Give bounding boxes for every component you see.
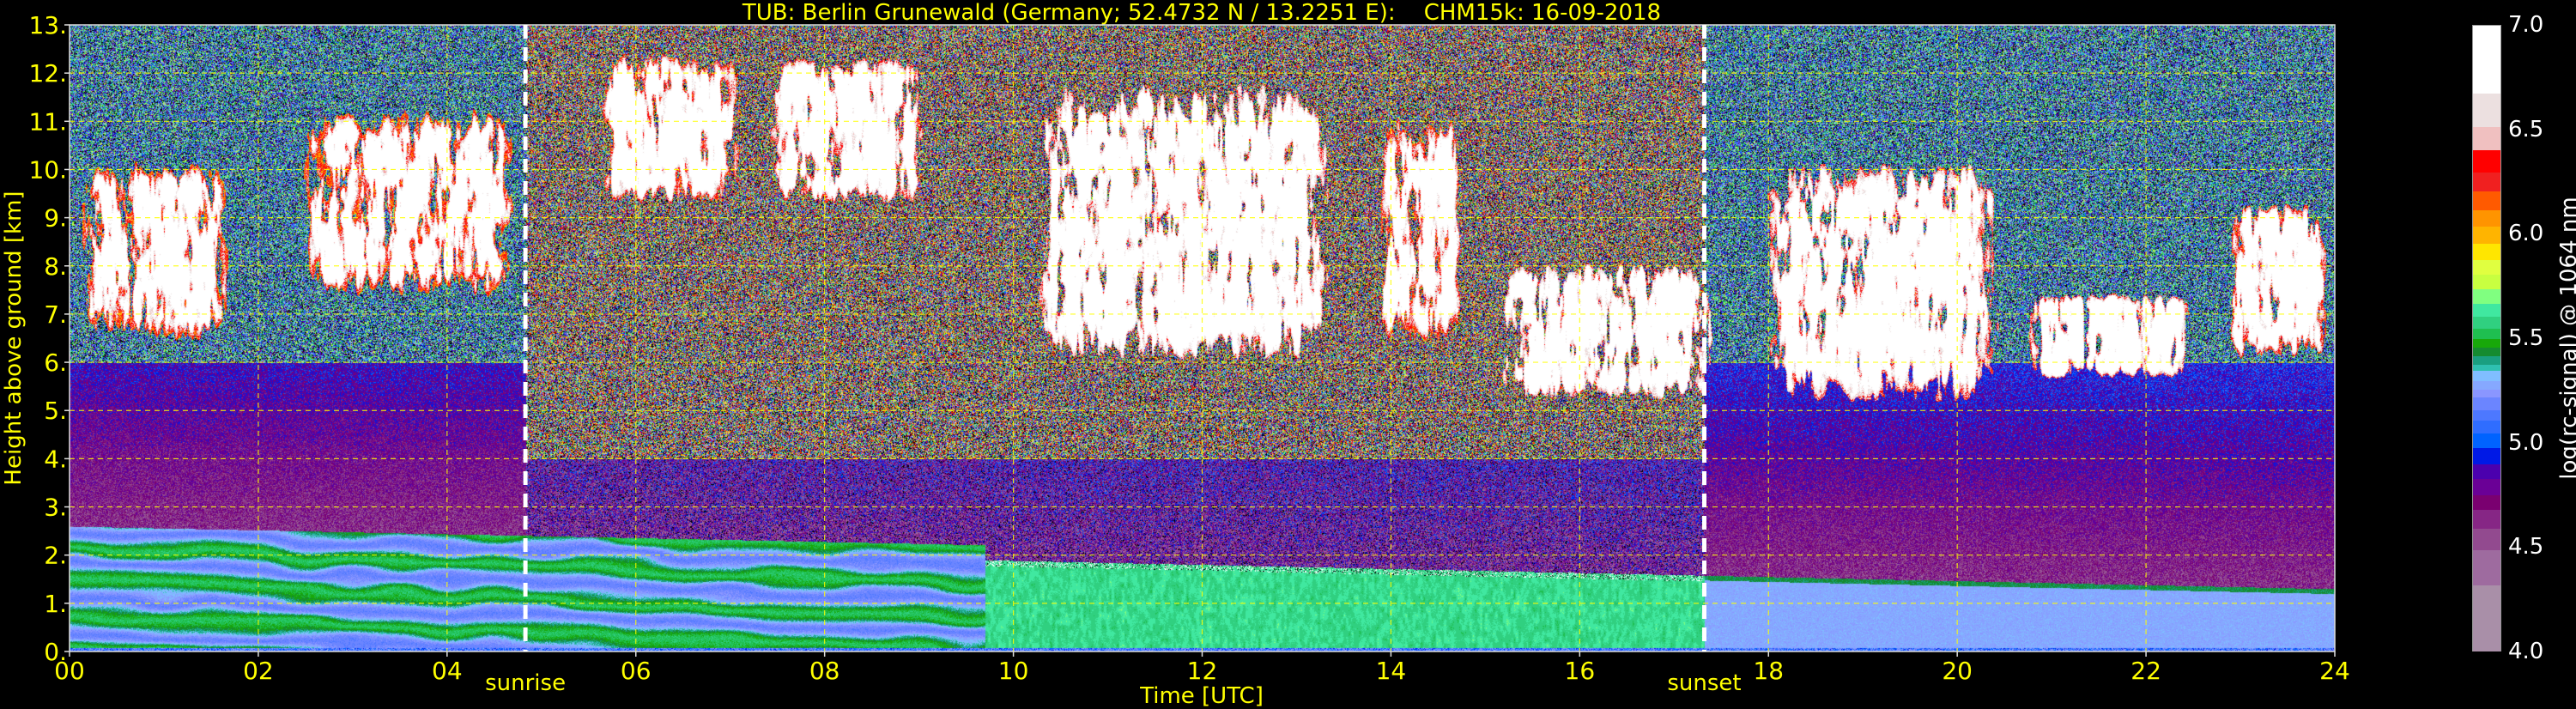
y-tick-label: 2. xyxy=(44,542,67,570)
colorbar-segment xyxy=(2473,494,2500,511)
colorbar-tick-label: 4.0 xyxy=(2508,639,2544,664)
colorbar-segment xyxy=(2473,171,2500,192)
x-tick-label: 08 xyxy=(809,657,840,685)
colorbar-segment xyxy=(2473,190,2500,210)
colorbar-segment xyxy=(2473,463,2500,480)
y-tick-label: 0. xyxy=(44,638,67,666)
y-tick-label: 8. xyxy=(44,252,67,281)
x-tick-label: 14 xyxy=(1376,657,1407,685)
colorbar-segment xyxy=(2473,125,2500,150)
colorbar-segment xyxy=(2473,338,2500,348)
colorbar-segment xyxy=(2473,584,2500,652)
y-tick-label: 11. xyxy=(28,107,67,136)
y-tick-label: 12. xyxy=(28,59,67,88)
x-tick-label: 18 xyxy=(1753,657,1784,685)
colorbar-tick-label: 6.5 xyxy=(2508,116,2544,142)
colorbar-segment xyxy=(2473,258,2500,276)
y-tick-label: 6. xyxy=(44,348,67,377)
colorbar-segment xyxy=(2473,209,2500,227)
y-tick-label: 5. xyxy=(44,397,67,425)
colorbar-tick-label: 4.5 xyxy=(2508,534,2544,561)
y-tick-label: 13. xyxy=(28,11,67,39)
colorbar-tick-label: 5.5 xyxy=(2508,325,2544,351)
x-tick-label: 24 xyxy=(2319,657,2350,685)
colorbar-tick-label: 6.0 xyxy=(2508,221,2544,247)
colorbar-segment xyxy=(2473,225,2500,244)
y-tick-label: 7. xyxy=(44,300,67,329)
colorbar-segment xyxy=(2473,346,2500,356)
axes-overlay: 00 02 04 06 08 10 12 14 16 18 20 22 240.1.2.3.4.5.6.… xyxy=(28,11,2350,685)
colorbar xyxy=(2472,25,2501,652)
colorbar-segment xyxy=(2473,379,2500,390)
colorbar-segment xyxy=(2473,92,2500,127)
x-tick-label: 04 xyxy=(432,657,463,685)
colorbar-segment xyxy=(2473,388,2500,398)
colorbar-segment xyxy=(2473,288,2500,305)
colorbar-segment xyxy=(2473,148,2500,173)
colorbar-segment xyxy=(2473,315,2500,330)
colorbar-segment xyxy=(2473,409,2500,421)
colorbar-segment xyxy=(2473,477,2500,496)
colorbar-segment xyxy=(2473,354,2500,365)
colorbar-segment xyxy=(2473,327,2500,340)
y-axis-label: Height above ground [km] xyxy=(1,191,27,486)
colorbar-tick-label: 5.0 xyxy=(2508,429,2544,456)
x-axis-label: Time [UTC] xyxy=(1140,683,1264,709)
x-tick-label: 10 xyxy=(998,657,1029,685)
colorbar-segment xyxy=(2473,242,2500,261)
colorbar-segment xyxy=(2473,396,2500,410)
x-tick-label: 02 xyxy=(243,657,274,685)
x-tick-label: 20 xyxy=(1942,657,1973,685)
colorbar-segment xyxy=(2473,273,2500,290)
y-tick-label: 9. xyxy=(44,204,67,233)
y-tick-label: 1. xyxy=(44,590,67,618)
y-tick-label: 10. xyxy=(28,155,67,184)
colorbar-segment xyxy=(2473,432,2500,448)
colorbar-label: log(rc-signal) @ 1064 nm xyxy=(2556,197,2576,480)
colorbar-segment xyxy=(2473,548,2500,585)
x-tick-label: 06 xyxy=(621,657,652,685)
colorbar-segment xyxy=(2473,446,2500,465)
x-tick-label: 12 xyxy=(1187,657,1218,685)
colorbar-segment xyxy=(2473,369,2500,381)
x-tick-label: 16 xyxy=(1565,657,1596,685)
colorbar-segment xyxy=(2473,508,2500,530)
colorbar-segment xyxy=(2473,419,2500,433)
colorbar-segment xyxy=(2473,26,2500,94)
colorbar-segment xyxy=(2473,527,2500,550)
x-tick-label: 22 xyxy=(2131,657,2161,685)
colorbar-tick-label: 7.0 xyxy=(2508,12,2544,38)
y-tick-label: 4. xyxy=(44,445,67,473)
y-tick-label: 3. xyxy=(44,494,67,522)
sunset-label: sunset xyxy=(1667,670,1742,696)
sunrise-label: sunrise xyxy=(485,670,567,696)
colorbar-segment xyxy=(2473,302,2500,317)
